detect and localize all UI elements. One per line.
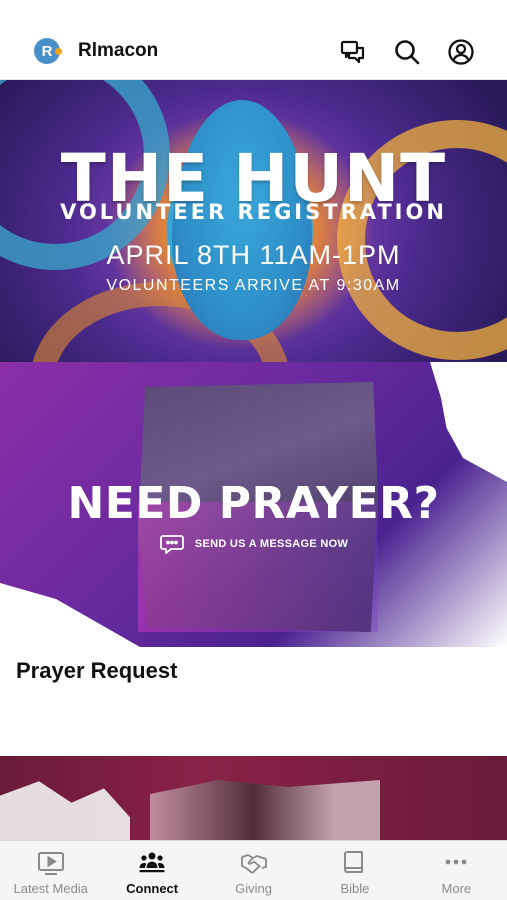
app-title: Rlmacon <box>78 40 159 61</box>
tab-label: More <box>441 881 472 896</box>
logo-letter: R <box>41 42 53 60</box>
app-header: R Rlmacon <box>0 0 507 80</box>
tab-giving[interactable]: Giving <box>203 841 304 900</box>
hunt-arrival: VOLUNTEERS ARRIVE AT 9:30AM <box>106 277 401 294</box>
banner-photo <box>150 780 380 840</box>
book-icon <box>343 851 363 873</box>
hunt-date-time: APRIL 8TH 11AM-1PM <box>106 240 401 270</box>
tab-label: Latest Media <box>13 881 88 896</box>
tab-label: Bible <box>340 881 370 896</box>
torn-paper-decoration <box>0 583 140 647</box>
torn-paper-decoration <box>0 781 130 840</box>
tab-label: Connect <box>126 881 179 896</box>
chat-bubble-icon <box>159 533 185 555</box>
app-logo: R <box>34 38 62 64</box>
account-icon[interactable] <box>447 38 475 66</box>
prayer-cta[interactable]: SEND US A MESSAGE NOW <box>0 533 507 555</box>
prayer-title: NEED PRAYER? <box>67 478 440 529</box>
tab-bible[interactable]: Bible <box>304 841 405 900</box>
prayer-cta-text: SEND US A MESSAGE NOW <box>194 538 349 550</box>
torn-paper-decoration <box>430 362 507 482</box>
handshake-icon <box>240 854 267 874</box>
hunt-subtitle: VOLUNTEER REGISTRATION <box>60 200 447 224</box>
play-icon <box>37 852 64 875</box>
more-icon <box>445 859 467 865</box>
group-icon <box>139 852 165 873</box>
next-banner[interactable] <box>0 756 507 840</box>
tab-label: Giving <box>235 881 272 896</box>
tab-connect[interactable]: Connect <box>101 841 202 900</box>
tab-bar: Latest Media Connect Giving Bible More <box>0 840 507 900</box>
card-title-prayer-request[interactable]: Prayer Request <box>16 658 177 684</box>
messages-icon[interactable] <box>339 38 367 66</box>
prayer-banner[interactable]: NEED PRAYER? SEND US A MESSAGE NOW <box>0 362 507 647</box>
connect-feed[interactable]: THE HUNT VOLUNTEER REGISTRATION APRIL 8T… <box>0 80 507 840</box>
hunt-banner[interactable]: THE HUNT VOLUNTEER REGISTRATION APRIL 8T… <box>0 80 507 362</box>
tab-more[interactable]: More <box>406 841 507 900</box>
search-icon[interactable] <box>393 38 421 66</box>
tab-latest-media[interactable]: Latest Media <box>0 841 101 900</box>
